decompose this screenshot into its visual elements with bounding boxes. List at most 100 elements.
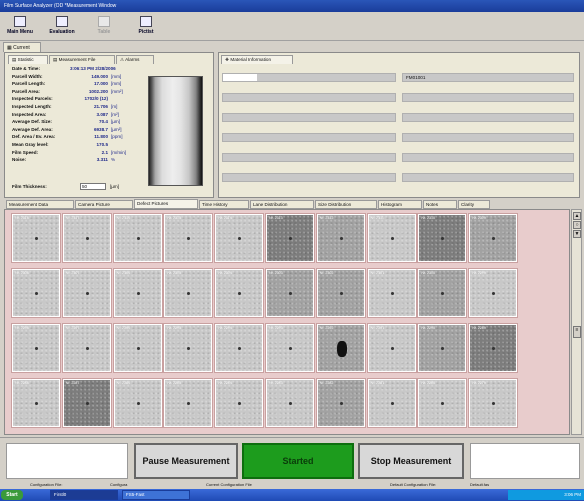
tab-measurement-data[interactable]: Measurement Data	[6, 200, 74, 209]
tab-notes[interactable]: Notes	[423, 200, 457, 209]
material-field[interactable]	[402, 133, 574, 142]
evaluation-button[interactable]: Evaluation	[46, 15, 78, 37]
defect-spot	[136, 402, 140, 405]
defect-thumbnail[interactable]: Nr. 2279	[468, 378, 519, 428]
tab-lane-distribution[interactable]: Lane Distribution	[250, 200, 314, 209]
defect-thumbnail[interactable]: Nr. 2300	[417, 268, 468, 318]
material-field[interactable]: FM01001	[402, 73, 574, 82]
defect-thumbnail[interactable]: Nr. 2308	[11, 268, 61, 318]
defect-caption: Nr. 2313	[269, 216, 283, 220]
defect-thumbnail[interactable]: Nr. 2292	[315, 323, 366, 373]
defect-thumbnail[interactable]: Nr. 2290	[417, 323, 468, 373]
defect-thumbnail[interactable]: Nr. 2284	[214, 378, 265, 428]
defect-thumbnail[interactable]: Nr. 2285	[163, 378, 214, 428]
defect-thumbnail[interactable]: Nr. 2295	[163, 323, 214, 373]
table-button[interactable]: Table	[88, 15, 120, 37]
defect-thumbnail[interactable]: Nr. 2309	[468, 213, 519, 263]
material-field[interactable]	[222, 113, 396, 122]
defect-thumbnail[interactable]: Nr. 2294	[214, 323, 265, 373]
tab-size-distribution[interactable]: Size Distribution	[315, 200, 377, 209]
defect-thumbnail[interactable]: Nr. 2287	[61, 378, 112, 428]
defect-thumbnail[interactable]: Nr. 2311	[366, 213, 417, 263]
defect-thumbnail[interactable]: Nr. 2291	[366, 323, 417, 373]
stat-label: Mean Gray level:	[12, 142, 49, 147]
material-field[interactable]	[402, 93, 574, 102]
tab-material-info[interactable]: ❖ Material Information	[221, 55, 293, 64]
defect-spot	[238, 237, 242, 240]
material-field[interactable]	[402, 153, 574, 162]
scroll-down-arrow-icon[interactable]: ▼	[573, 230, 581, 238]
material-field[interactable]	[402, 113, 574, 122]
started-indicator[interactable]: Started	[242, 443, 354, 479]
defect-spot	[85, 292, 89, 295]
defect-spot	[339, 402, 343, 405]
tab-current[interactable]: ▦ Current	[3, 42, 41, 52]
defect-caption: Nr. 2296	[116, 326, 131, 330]
tab-statistic[interactable]: ▤ Statistic	[8, 55, 48, 64]
taskbar-item-firstl0[interactable]: Firstl0	[50, 490, 118, 500]
tab-camera-picture[interactable]: Camera Picture	[75, 200, 133, 209]
defect-spot	[336, 341, 347, 357]
material-field[interactable]	[222, 153, 396, 162]
material-field-highlight	[223, 74, 257, 81]
defect-caption: Nr. 2312	[319, 216, 334, 220]
material-field[interactable]	[222, 93, 396, 102]
defect-thumbnail[interactable]: Nr. 2313	[265, 213, 315, 263]
defect-thumbnail[interactable]: Nr. 2303	[265, 268, 315, 318]
pictist-button[interactable]: Pictist	[130, 15, 162, 37]
tab-defect-pictures[interactable]: Defect Pictures	[134, 199, 198, 209]
scroll-up-arrow-icon[interactable]: ▲	[573, 212, 581, 220]
defect-thumbnail[interactable]: Nr. 2293	[265, 323, 315, 373]
defect-spot	[339, 292, 343, 295]
tab-clarity[interactable]: Clarity	[458, 200, 490, 209]
defect-spot	[136, 292, 140, 295]
start-button[interactable]: Start	[1, 490, 23, 500]
tab-statistic-label: Statistic	[17, 57, 34, 62]
defect-thumbnail[interactable]: Nr. 2298	[11, 323, 61, 373]
defect-thumbnail[interactable]: Nr. 2316	[112, 213, 163, 263]
defect-thumbnail[interactable]: Nr. 2304	[214, 268, 265, 318]
main-menu-button[interactable]: Main Menu	[4, 15, 36, 37]
defect-thumbnail[interactable]: Nr. 2281	[366, 378, 417, 428]
defect-thumbnail[interactable]: Nr. 2282	[315, 378, 366, 428]
defect-thumbnail[interactable]: Nr. 2310	[417, 213, 468, 263]
defect-caption: Nr. 2288	[15, 381, 29, 385]
defect-thumbnail[interactable]: Nr. 2286	[112, 378, 163, 428]
scroll-thumb[interactable]: ≡	[573, 326, 581, 338]
defect-thumbnail[interactable]: Nr. 2296	[112, 323, 163, 373]
tab-measurement-file[interactable]: ▤ Measurement File	[49, 55, 115, 64]
film-thickness-input[interactable]: 50	[80, 183, 106, 190]
tab-time-history[interactable]: Time History	[199, 200, 249, 209]
stop-measurement-button[interactable]: Stop Measurement	[358, 443, 464, 479]
material-field[interactable]	[402, 173, 574, 182]
taskbar-item-fs5[interactable]: FS5-Fast	[122, 490, 190, 500]
defect-thumbnail[interactable]: Nr. 2307	[61, 268, 112, 318]
stat-label: Inspected Parcels:	[12, 96, 53, 102]
material-field[interactable]	[222, 173, 396, 182]
defect-thumbnail[interactable]: Nr. 2283	[265, 378, 315, 428]
defect-thumbnail[interactable]: Nr. 2305	[163, 268, 214, 318]
defect-spot	[136, 347, 140, 350]
defect-thumbnail[interactable]: Nr. 2299	[468, 268, 519, 318]
defect-thumbnail[interactable]: Nr. 2301	[366, 268, 417, 318]
defect-scrollbar[interactable]: ▲ ○ ▼ ≡	[571, 209, 582, 435]
tab-histogram[interactable]: Histogram	[378, 200, 422, 209]
defect-thumbnail[interactable]: Nr. 2297	[61, 323, 112, 373]
defect-thumbnail[interactable]: Nr. 2312	[315, 213, 366, 263]
tab-alarms[interactable]: ⚠ Alarms	[116, 55, 154, 64]
defect-thumbnail[interactable]: Nr. 2314	[214, 213, 265, 263]
defect-thumbnail[interactable]: Nr. 2306	[112, 268, 163, 318]
scroll-lock-icon[interactable]: ○	[573, 221, 581, 229]
material-field[interactable]	[222, 133, 396, 142]
defect-thumbnail[interactable]: Nr. 2318	[11, 213, 61, 263]
defect-thumbnail[interactable]: Nr. 2315	[163, 213, 214, 263]
defect-thumbnail[interactable]: Nr. 2288	[11, 378, 61, 428]
defect-spot	[238, 347, 242, 350]
defect-caption: Nr. 2289	[472, 326, 486, 330]
defect-thumbnail[interactable]: Nr. 2302	[315, 268, 366, 318]
defect-thumbnail[interactable]: Nr. 2289	[468, 323, 519, 373]
stat-unit: [m/min]	[111, 149, 127, 155]
defect-thumbnail[interactable]: Nr. 2280	[417, 378, 468, 428]
pause-measurement-button[interactable]: Pause Measurement	[134, 443, 238, 479]
defect-thumbnail[interactable]: Nr. 2317	[61, 213, 112, 263]
